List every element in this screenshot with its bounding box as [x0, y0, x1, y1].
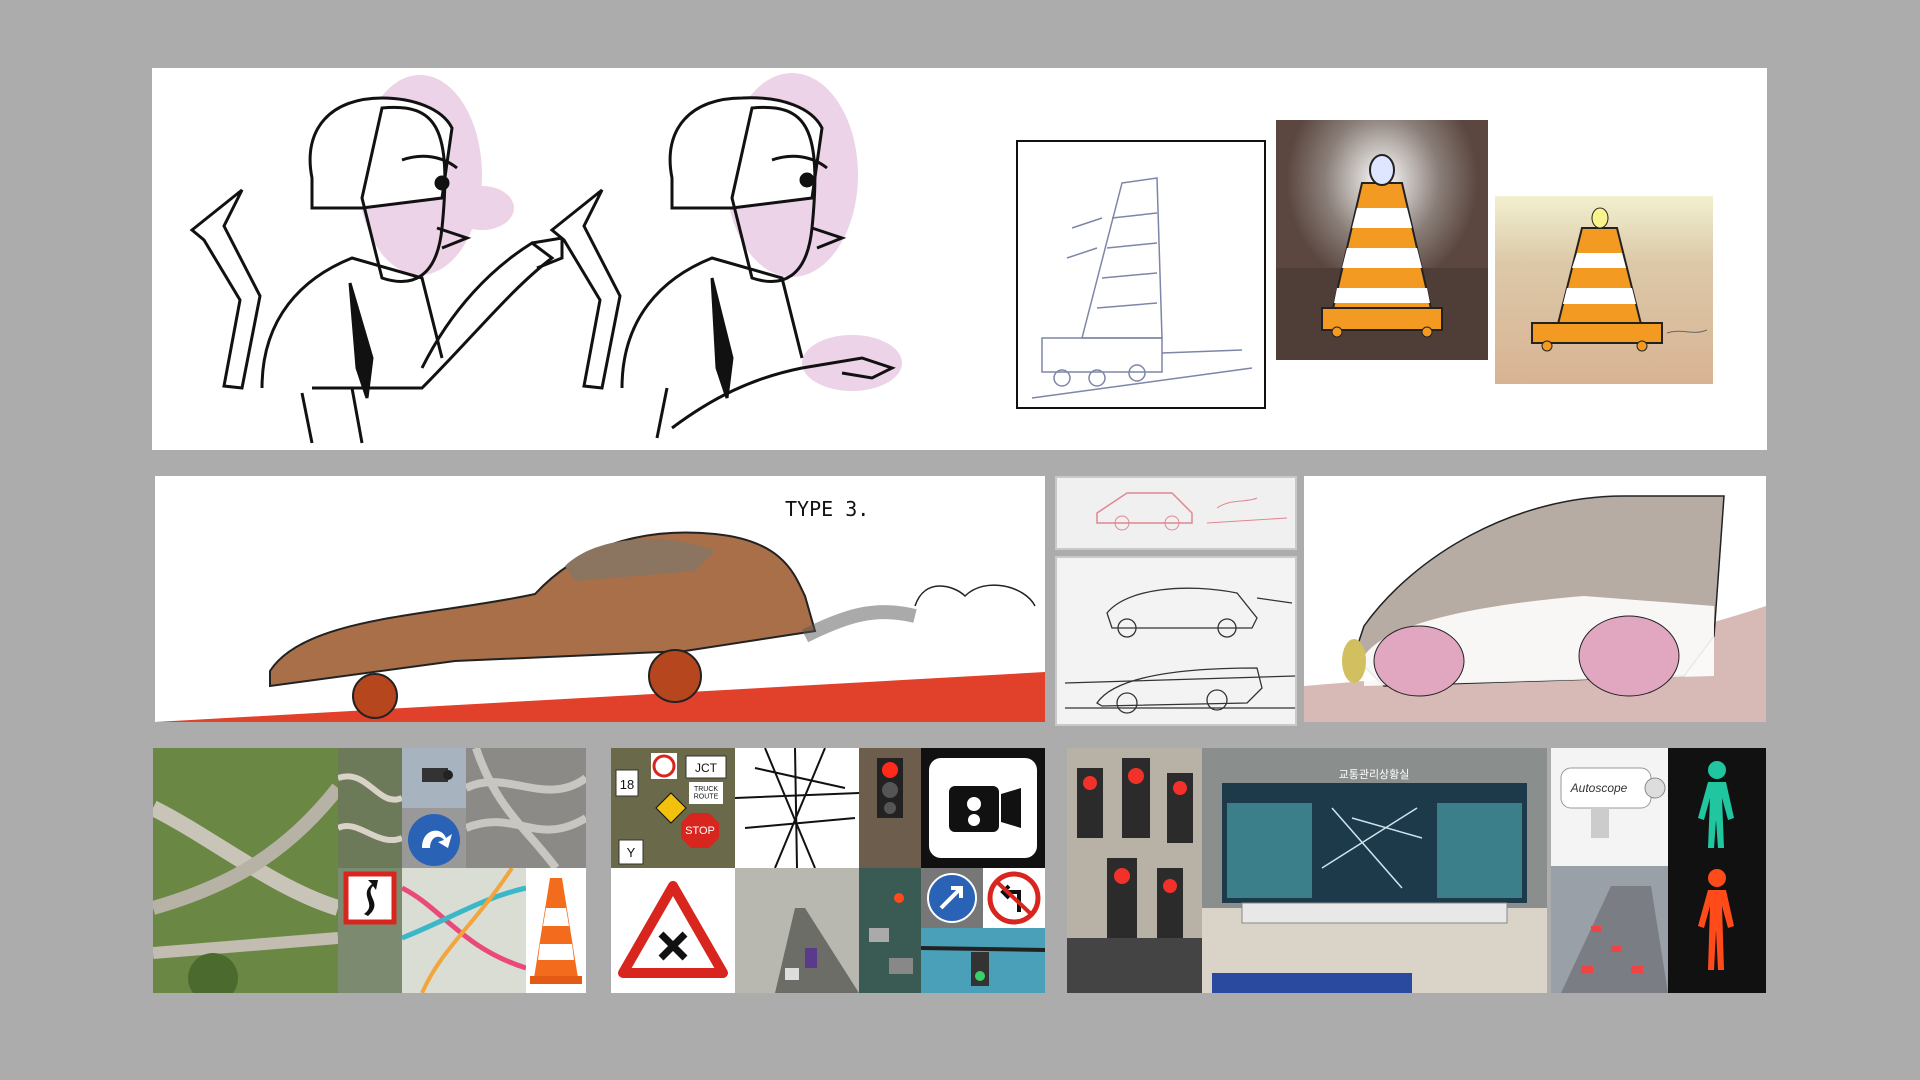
traffic-light-cluster-icon [1067, 758, 1202, 993]
road-map-graphic [402, 868, 526, 993]
power-lines-photo [735, 748, 859, 868]
no-left-turn-icon [987, 871, 1041, 925]
truck-route-sign: TRUCK ROUTE [694, 786, 719, 801]
type-label: TYPE 3. [785, 497, 869, 521]
character-sketch-art [189, 73, 1713, 444]
stop-sign-text: STOP [685, 825, 715, 837]
speed-camera-sign-photo [921, 748, 1045, 868]
motorway-traffic-photo [735, 868, 859, 993]
traffic-cone-photo [526, 868, 586, 993]
traffic-cone-icon [530, 878, 582, 984]
type3-car-painting-panel: TYPE 3. [155, 476, 1045, 722]
red-traffic-light-photo [859, 748, 921, 868]
camera-brand: Autoscope [1570, 781, 1628, 795]
camera-icon: Autoscope [1560, 767, 1666, 838]
type3-car-art: TYPE 3. [155, 497, 1045, 722]
letter-y-sign: Y [627, 845, 636, 860]
city-traffic-photo [859, 868, 921, 993]
cone-vehicle-night-painting [1276, 120, 1488, 360]
cone-vehicle-pencil-sketch [1016, 140, 1266, 409]
car-thumb-panel-2 [1055, 556, 1297, 726]
highway-aerial-photo [153, 748, 338, 993]
pedestrian-stop-icon [1698, 869, 1734, 970]
red-car-sketch [1096, 492, 1288, 531]
jct-sign: JCT [695, 761, 718, 775]
modern-car-painting-panel [1304, 476, 1766, 722]
traffic-camera-photo [402, 748, 466, 808]
traffic-control-room-photo: 교통관리상황실 [1202, 748, 1547, 993]
businessman-sketch-1 [189, 75, 564, 444]
car-thumb-panel-1 [1055, 476, 1297, 550]
pedestrian-walk-icon [1698, 761, 1734, 848]
cone-vehicle-desert-painting [1495, 196, 1713, 384]
control-room-title: 교통관리상황실 [1339, 768, 1410, 781]
pencil-car-sketches [1064, 587, 1295, 714]
route-18-sign: 18 [620, 777, 634, 792]
road-sign-cluster-photo: 18 JCT TRUCK ROUTE STOP Y [611, 748, 735, 868]
warning-triangle-sign [611, 868, 735, 993]
businessman-sketch-2 [549, 73, 902, 439]
overhead-signal-photo [921, 928, 1045, 993]
overpass-photo [466, 748, 586, 868]
traffic-light-cluster-photo [1067, 748, 1202, 993]
roundabout-sign-photo [402, 808, 466, 868]
blue-keep-right-sign [921, 868, 983, 928]
curve-warning-sign-photo [338, 868, 402, 993]
warning-triangle-icon [618, 881, 728, 978]
traffic-light-icon [877, 758, 903, 818]
autoscope-camera-photo: Autoscope [1551, 748, 1668, 866]
no-left-turn-sign [983, 868, 1045, 928]
pedestrian-signals-photo [1668, 748, 1766, 993]
character-sketch-panel [152, 68, 1767, 450]
winding-road-photo [338, 748, 402, 868]
congested-highway-photo [1551, 866, 1668, 993]
modern-car-art [1304, 495, 1766, 722]
speed-camera-icon [929, 758, 1037, 858]
keep-right-icon [408, 814, 460, 866]
